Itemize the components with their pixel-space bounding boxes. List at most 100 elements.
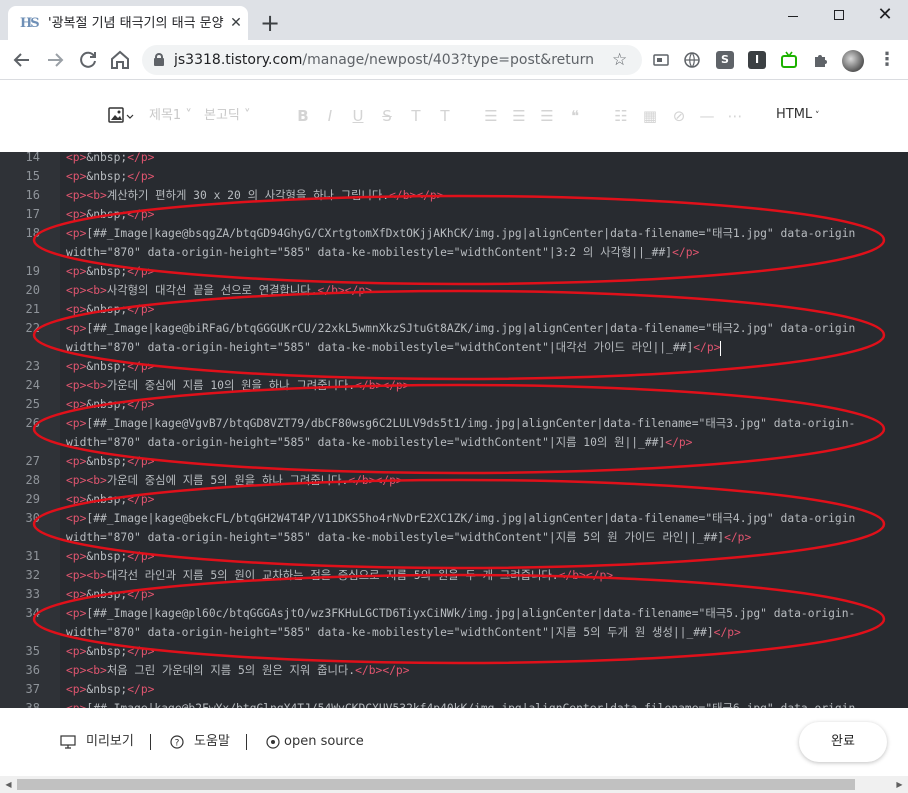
globe-extension-icon[interactable]	[683, 51, 701, 69]
align-right-icon[interactable]: ☰	[538, 107, 556, 125]
scrollbar-thumb[interactable]	[17, 779, 855, 790]
code-line: <p><b>처음 그린 가운데의 지름 5의 원은 지워 줍니다.</b></p…	[66, 664, 410, 677]
line-number: 24	[25, 378, 40, 392]
address-bar[interactable]: js3318.tistory.com/manage/newpost/403?ty…	[142, 45, 642, 75]
heading-select[interactable]: 제목1 ˅	[149, 107, 192, 125]
line-number: 29	[25, 492, 40, 506]
underline-button[interactable]: U	[349, 107, 367, 125]
code-line: <p>[##_Image|kage@bsqgZA/btqGD94GhyG/CXr…	[66, 227, 856, 240]
code-line: width="870" data-origin-height="585" dat…	[66, 436, 693, 449]
line-number: 16	[25, 188, 40, 202]
quote-icon[interactable]: ❝	[566, 107, 584, 125]
code-line: <p>[##_Image|kage@biRFaG/btqGGGUKrCU/22x…	[66, 322, 856, 335]
tv-extension-icon[interactable]	[780, 51, 798, 69]
code-line: <p>[##_Image|kage@b2FwYx/btqGlngX4TJ/54W…	[66, 699, 856, 708]
open-source-link[interactable]: open source	[284, 734, 364, 750]
close-tab-icon[interactable]: ✕	[228, 15, 244, 31]
line-number: 26	[25, 416, 40, 430]
code-line: <p>&nbsp;</p>	[66, 588, 155, 601]
line-number: 36	[25, 663, 40, 677]
home-icon	[111, 50, 129, 69]
code-line: <p><b>사각형의 대각선 끝을 선으로 연결합니다.</b></p>	[66, 284, 372, 297]
line-number: 37	[25, 682, 40, 696]
new-tab-button[interactable]: +	[258, 11, 282, 35]
code-line: <p><b>가운데 중심에 지름 5의 원을 하나 그려줍니다.</b></p>	[66, 474, 403, 487]
code-line: <p>&nbsp;</p>	[66, 170, 155, 183]
line-number: 31	[25, 549, 40, 563]
preview-button[interactable]: 미리보기	[86, 734, 134, 750]
reload-button[interactable]	[76, 48, 100, 72]
background-color-button[interactable]: T	[436, 107, 454, 125]
line-number: 25	[25, 397, 40, 411]
s-extension-icon[interactable]: S	[716, 51, 734, 69]
code-line: <p>&nbsp;</p>	[66, 550, 155, 563]
maximize-icon	[834, 10, 844, 20]
code-line: <p>&nbsp;</p>	[66, 265, 155, 278]
bookmark-star-icon[interactable]: ☆	[612, 49, 627, 71]
home-button[interactable]	[108, 48, 132, 72]
forward-button[interactable]	[43, 48, 67, 72]
code-line: <p>&nbsp;</p>	[66, 208, 155, 221]
close-icon: ✕	[877, 4, 893, 25]
code-line: <p>[##_Image|kage@VgvB7/btqGD8VZT79/dbCF…	[66, 417, 856, 430]
scroll-left-icon[interactable]: ◀	[0, 776, 17, 793]
more-options-icon[interactable]: ⋯	[726, 107, 744, 125]
list-icon[interactable]: ☷	[612, 107, 630, 125]
close-window-button[interactable]: ✕	[862, 0, 908, 32]
align-center-icon[interactable]: ☰	[510, 107, 528, 125]
footer-divider	[150, 734, 151, 750]
horizontal-scrollbar[interactable]: ◀ ▶	[0, 776, 908, 793]
menu-kebab-icon[interactable]: ⋮	[878, 50, 896, 70]
code-line: <p>&nbsp;</p>	[66, 683, 155, 696]
help-icon: ?	[170, 735, 184, 749]
browser-tab[interactable]: HS '광복절 기념 태극기의 태극 문양 ✕	[8, 6, 248, 40]
line-number: 30	[25, 511, 40, 525]
help-button[interactable]: 도움말	[194, 734, 230, 750]
html-mode-select[interactable]: HTML ˅	[776, 107, 820, 124]
code-line: width="870" data-origin-height="585" dat…	[66, 340, 722, 356]
profile-avatar[interactable]	[842, 50, 864, 72]
table-icon[interactable]: ▦	[641, 107, 659, 125]
footer-divider	[246, 734, 247, 750]
puzzle-extensions-icon[interactable]	[812, 51, 830, 69]
line-number: 34	[25, 606, 40, 620]
monitor-icon	[60, 735, 76, 749]
align-left-icon[interactable]: ☰	[482, 107, 500, 125]
text-color-button[interactable]: T	[407, 107, 425, 125]
code-line: <p>&nbsp;</p>	[66, 360, 155, 373]
tab-strip: HS '광복절 기념 태극기의 태극 문양 ✕ + ✕	[0, 0, 908, 40]
line-number: 35	[25, 644, 40, 658]
link-icon[interactable]: ⊘	[670, 107, 688, 125]
line-number: 33	[25, 587, 40, 601]
reload-icon	[80, 51, 96, 68]
line-number: 27	[25, 454, 40, 468]
maximize-button[interactable]	[816, 0, 862, 32]
code-line: width="870" data-origin-height="585" dat…	[66, 626, 741, 639]
insert-image-icon[interactable]	[108, 107, 134, 129]
font-select[interactable]: 본고딕 ˅	[204, 107, 251, 125]
reader-extension-icon[interactable]	[652, 51, 670, 69]
code-line: <p><b>계산하기 편하게 30 x 20 의 사각형을 하나 그립니다.</…	[66, 189, 444, 202]
editor-footer: 미리보기 ? 도움말 open source 완료	[0, 708, 908, 776]
favicon-icon: HS	[20, 16, 40, 31]
bold-button[interactable]: B	[294, 107, 312, 125]
forward-arrow-icon	[48, 53, 64, 67]
horizontal-rule-icon[interactable]: —	[698, 107, 716, 125]
line-number: 17	[25, 207, 40, 221]
back-button[interactable]	[10, 48, 34, 72]
html-code-editor[interactable]: 14 <p>&nbsp;</p> 15 <p>&nbsp;</p> 16 <p><b>계산…	[0, 152, 908, 708]
line-number: 38	[25, 701, 40, 708]
code-line: <p>[##_Image|kage@bekcFL/btqGH2W4T4P/V11…	[66, 512, 856, 525]
url-text: js3318.tistory.com/manage/newpost/403?ty…	[174, 52, 594, 68]
done-button[interactable]: 완료	[799, 722, 887, 762]
italic-button[interactable]: I	[321, 107, 339, 125]
code-line: <p>&nbsp;</p>	[66, 152, 155, 164]
strikethrough-button[interactable]: S	[378, 107, 396, 125]
code-line: <p>&nbsp;</p>	[66, 303, 155, 316]
minimize-button[interactable]	[770, 0, 816, 32]
scroll-right-icon[interactable]: ▶	[891, 776, 908, 793]
browser-toolbar: js3318.tistory.com/manage/newpost/403?ty…	[0, 40, 908, 80]
i-extension-icon[interactable]: I	[748, 51, 766, 69]
line-number: 19	[25, 264, 40, 278]
code-line: width="870" data-origin-height="585" dat…	[66, 246, 700, 259]
